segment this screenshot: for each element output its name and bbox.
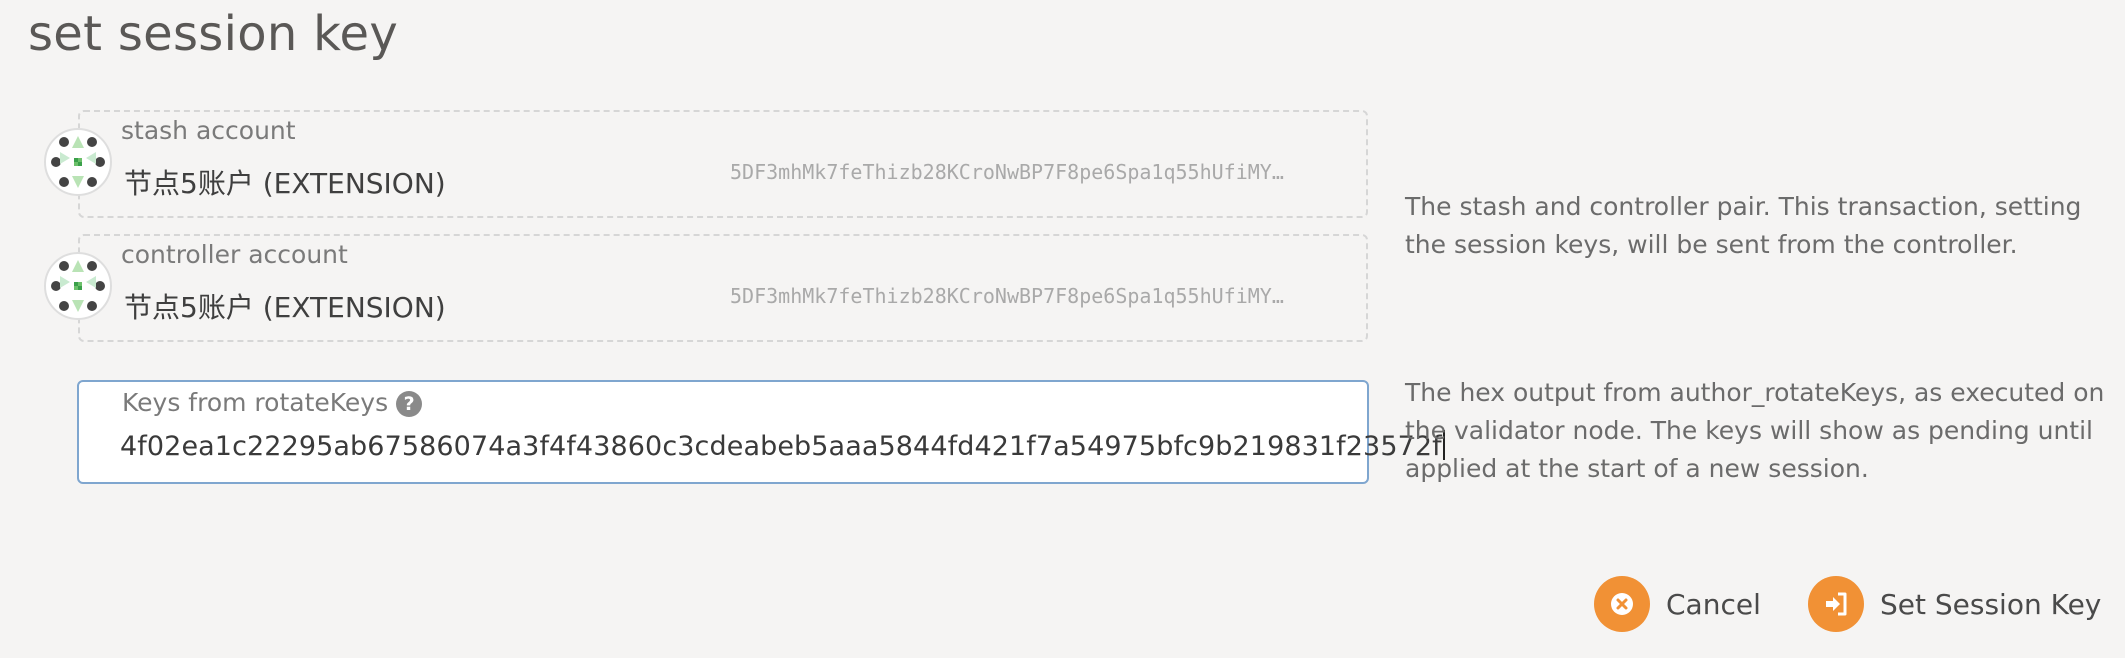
controller-identicon-icon (44, 252, 112, 320)
set-session-key-modal: set session key stash account 节点5账户 (EXT… (0, 0, 2125, 658)
stash-identicon-icon (44, 128, 112, 196)
keys-input[interactable]: Keys from rotateKeys? 4f02ea1c22295ab675… (77, 380, 1445, 484)
keys-help-text: The hex output from author_rotateKeys, a… (1405, 378, 2105, 483)
modal-title: set session key (28, 6, 399, 62)
question-circle-icon[interactable]: ? (396, 391, 423, 417)
set-session-key-button-label: Set Session Key (1880, 587, 2102, 621)
set-session-key-button[interactable]: Set Session Key (1808, 576, 2101, 632)
close-icon (1594, 576, 1650, 632)
cancel-button-label: Cancel (1666, 587, 1761, 621)
sign-in-icon (1808, 576, 1864, 632)
stash-account-label: stash account (121, 116, 296, 145)
keys-value[interactable]: 4f02ea1c22295ab67586074a3f4f43860c3cdeab… (120, 430, 1445, 462)
controller-account-name: 节点5账户 (EXTENSION) (124, 291, 446, 324)
controller-account-label: controller account (121, 240, 348, 269)
accounts-help-text: The stash and controller pair. This tran… (1405, 192, 2082, 259)
cancel-button[interactable]: Cancel (1594, 576, 1761, 632)
keys-label: Keys from rotateKeys? (122, 388, 423, 417)
stash-account-address: 5DF3mhMk7feThizb28KCroNwBP7F8pe6Spa1q55h… (730, 160, 1284, 184)
controller-account-address: 5DF3mhMk7feThizb28KCroNwBP7F8pe6Spa1q55h… (730, 284, 1284, 308)
stash-account-name: 节点5账户 (EXTENSION) (124, 167, 446, 200)
